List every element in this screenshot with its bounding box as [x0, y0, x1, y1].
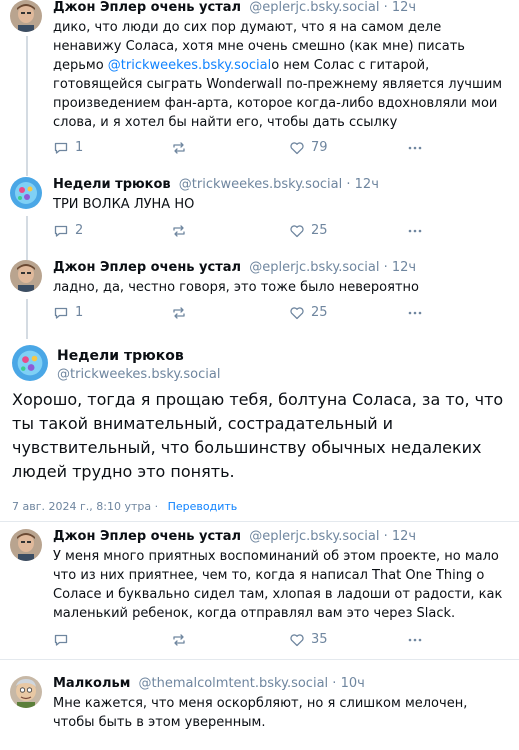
repost-button[interactable] [171, 223, 193, 239]
author-handle[interactable]: @trickweekes.bsky.social [179, 177, 342, 192]
author-name[interactable]: Недели трюков [53, 177, 171, 192]
divider [0, 659, 519, 660]
separator-dot: · [346, 177, 351, 192]
repost-arrows-icon [171, 632, 187, 648]
separator-dot: · [332, 676, 337, 691]
avatar[interactable] [10, 676, 42, 708]
reply-button[interactable]: 2 [53, 223, 83, 239]
reply-button[interactable] [53, 632, 75, 648]
like-count: 25 [311, 223, 328, 238]
more-options-button[interactable] [407, 632, 423, 648]
more-options-button[interactable] [407, 305, 423, 321]
heart-outline-icon [289, 140, 305, 156]
author-name[interactable]: Джон Эплер очень устал [53, 0, 241, 15]
post-meta: 7 авг. 2024 г., 8:10 утра · Переводить [12, 500, 237, 513]
main-post-text: Хорошо, тогда я прощаю тебя, болтуна Сол… [12, 390, 504, 481]
post-time[interactable]: 12ч [392, 0, 416, 15]
speech-bubble-icon [53, 140, 69, 156]
author-name[interactable]: Малкольм [53, 676, 130, 691]
repost-button[interactable] [171, 140, 193, 156]
thread-line [26, 216, 28, 260]
post-time[interactable]: 10ч [341, 676, 365, 691]
post-text: У меня много приятных воспоминаний об эт… [53, 549, 503, 621]
repost-button[interactable] [171, 305, 193, 321]
like-button[interactable]: 79 [289, 140, 328, 156]
main-author-name[interactable]: Недели трюков [57, 348, 184, 364]
author-name[interactable]: Джон Эплер очень устал [53, 529, 241, 544]
more-options-button[interactable] [407, 223, 423, 239]
post-text: дико, что люди до сих пор думают, что я … [53, 18, 508, 132]
repost-button[interactable] [171, 632, 193, 648]
post-time[interactable]: 12ч [355, 177, 379, 192]
separator-dot: · [383, 529, 388, 544]
author-handle[interactable]: @eplerjc.bsky.social [249, 529, 379, 544]
divider [0, 521, 519, 522]
main-author-handle[interactable]: @trickweekes.bsky.social [57, 367, 220, 382]
author-name[interactable]: Джон Эплер очень устал [53, 260, 241, 275]
post-actions: 35 [53, 632, 433, 648]
post-actions: 1 25 [53, 305, 433, 321]
speech-bubble-icon [53, 305, 69, 321]
reply-button[interactable]: 1 [53, 140, 83, 156]
separator-dot: · [383, 260, 388, 275]
reply-count: 2 [75, 223, 84, 238]
avatar[interactable] [10, 0, 42, 32]
post-actions: 1 79 [53, 140, 433, 156]
avatar[interactable] [10, 260, 42, 292]
like-count: 79 [311, 140, 328, 155]
post-time[interactable]: 12ч [392, 529, 416, 544]
heart-outline-icon [289, 305, 305, 321]
post-actions: 2 25 [53, 223, 433, 239]
repost-arrows-icon [171, 223, 187, 239]
like-button[interactable]: 25 [289, 223, 328, 239]
heart-outline-icon [289, 223, 305, 239]
separator-dot: · [383, 0, 388, 15]
mention-link[interactable]: @trickweekes.bsky.social [108, 58, 271, 73]
avatar[interactable] [12, 345, 48, 381]
post-text: ладно, да, честно говоря, это тоже было … [53, 280, 419, 295]
ellipsis-icon [407, 140, 423, 156]
repost-arrows-icon [171, 140, 187, 156]
author-handle[interactable]: @themalcolmtent.bsky.social [139, 676, 329, 691]
speech-bubble-icon [53, 632, 69, 648]
ellipsis-icon [407, 223, 423, 239]
ellipsis-icon [407, 632, 423, 648]
like-count: 25 [311, 305, 328, 320]
repost-arrows-icon [171, 305, 187, 321]
post-text: Мне кажется, что меня оскорбляют, но я с… [53, 696, 468, 730]
speech-bubble-icon [53, 223, 69, 239]
thread-line [26, 299, 28, 339]
like-button[interactable]: 35 [289, 632, 328, 648]
post-time[interactable]: 12ч [392, 260, 416, 275]
avatar[interactable] [10, 177, 42, 209]
like-button[interactable]: 25 [289, 305, 328, 321]
translate-link[interactable]: Переводить [168, 500, 238, 513]
avatar[interactable] [10, 529, 42, 561]
author-handle[interactable]: @eplerjc.bsky.social [249, 0, 379, 15]
post-text: ТРИ ВОЛКА ЛУНА НО [53, 197, 195, 212]
reply-button[interactable]: 1 [53, 305, 83, 321]
post-date: 7 авг. 2024 г., 8:10 утра [12, 500, 152, 513]
author-handle[interactable]: @eplerjc.bsky.social [249, 260, 379, 275]
like-count: 35 [311, 632, 328, 647]
reply-count: 1 [75, 305, 84, 320]
separator-dot: · [154, 500, 159, 513]
ellipsis-icon [407, 305, 423, 321]
heart-outline-icon [289, 632, 305, 648]
thread-line [26, 36, 28, 176]
more-options-button[interactable] [407, 140, 423, 156]
reply-count: 1 [75, 140, 84, 155]
